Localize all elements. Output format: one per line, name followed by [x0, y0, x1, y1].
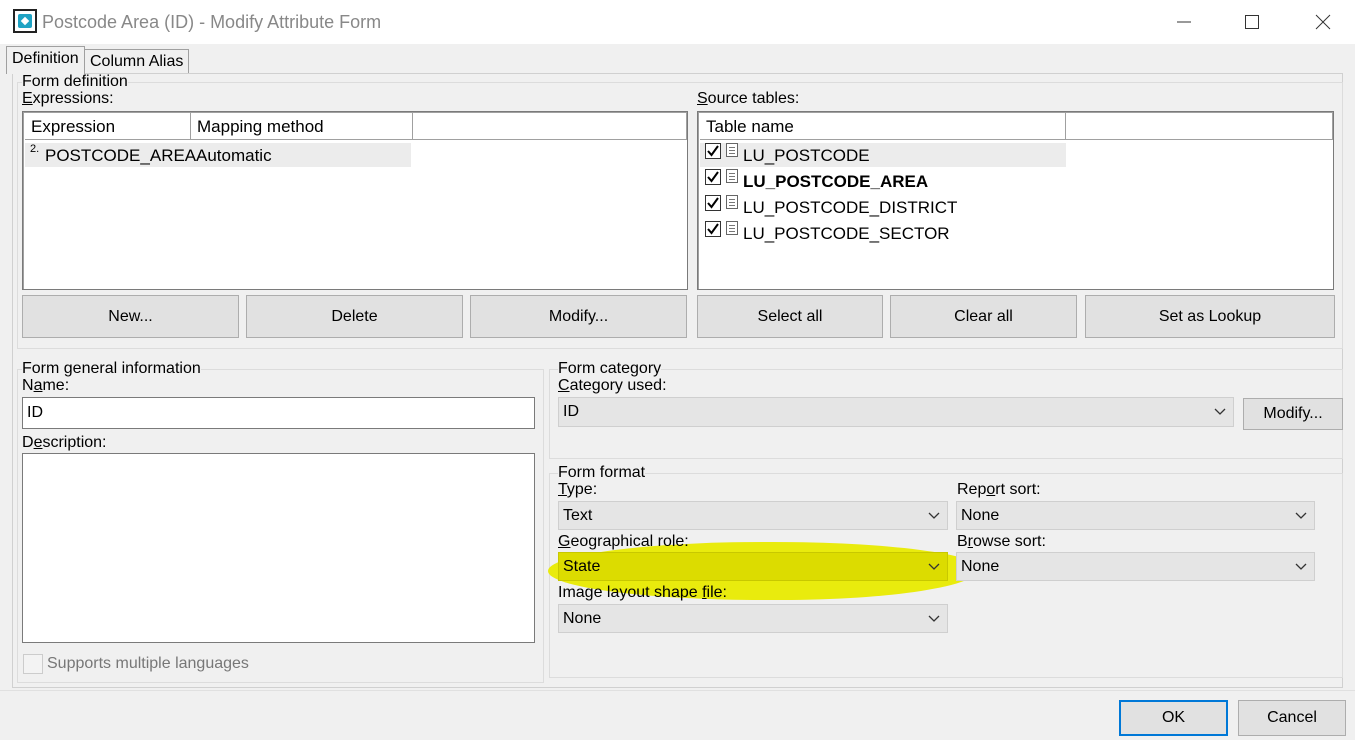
browse-sort-label: Browse sort: — [957, 533, 1046, 550]
chevron-down-icon — [1295, 563, 1307, 570]
category-used-select[interactable]: ID — [558, 397, 1234, 427]
form-category-label: Form category — [558, 360, 662, 377]
geo-role-value: State — [563, 558, 601, 575]
supports-multi-lang-label: Supports multiple languages — [47, 655, 249, 672]
table-icon — [726, 169, 738, 183]
tab-definition[interactable]: Definition — [6, 46, 85, 74]
category-used-value: ID — [563, 403, 579, 420]
col-empty-2 — [1066, 113, 1333, 140]
minimize-button[interactable] — [1161, 0, 1207, 44]
new-button[interactable]: New... — [22, 295, 239, 338]
select-all-button[interactable]: Select all — [697, 295, 883, 338]
col-expression[interactable]: Expression — [25, 113, 191, 140]
description-field[interactable] — [22, 453, 535, 643]
set-as-lookup-button[interactable]: Set as Lookup — [1085, 295, 1335, 338]
table-checkbox[interactable] — [705, 143, 721, 159]
delete-button[interactable]: Delete — [246, 295, 463, 338]
maximize-icon — [1245, 15, 1259, 29]
chevron-down-icon — [1295, 512, 1307, 519]
table-name[interactable]: LU_POSTCODE_AREA — [743, 170, 928, 194]
report-sort-value: None — [961, 507, 1000, 524]
close-icon — [1315, 14, 1331, 30]
maximize-button[interactable] — [1229, 0, 1275, 44]
image-layout-label: Image layout shape file: — [558, 584, 727, 601]
image-layout-select[interactable]: None — [558, 604, 948, 633]
report-sort-select[interactable]: None — [956, 501, 1315, 530]
expressions-list[interactable]: Expression Mapping method 2. POSTCODE_AR… — [22, 111, 688, 290]
expression-row-index: 2. — [30, 143, 40, 155]
chevron-down-icon — [928, 563, 940, 570]
ok-button[interactable]: OK — [1119, 700, 1228, 736]
source-tables-list[interactable]: Table name LU_POSTCODE LU_POSTCODE_AREA … — [697, 111, 1334, 290]
chevron-down-icon — [928, 615, 940, 622]
col-mapping-method[interactable]: Mapping method — [191, 113, 413, 140]
table-icon — [726, 195, 738, 209]
table-checkbox[interactable] — [705, 169, 721, 185]
supports-multi-lang-checkbox[interactable] — [23, 654, 43, 674]
minimize-icon — [1177, 21, 1191, 23]
tab-column-alias[interactable]: Column Alias — [85, 49, 190, 75]
type-label: Type: — [558, 481, 598, 498]
type-select[interactable]: Text — [558, 501, 948, 530]
type-value: Text — [563, 507, 593, 524]
expression-row-mapping[interactable]: Automatic — [196, 144, 272, 168]
name-label: Name: — [22, 377, 70, 394]
browse-sort-value: None — [961, 558, 1000, 575]
table-icon — [726, 221, 738, 235]
modify-category-button[interactable]: Modify... — [1243, 398, 1343, 430]
app-icon — [13, 9, 37, 33]
cancel-button[interactable]: Cancel — [1238, 700, 1346, 736]
table-checkbox[interactable] — [705, 195, 721, 211]
expressions-label: Expressions: — [22, 90, 114, 107]
chevron-down-icon — [928, 512, 940, 519]
expression-row-expression[interactable]: POSTCODE_AREA — [45, 144, 196, 168]
table-icon — [726, 143, 738, 157]
browse-sort-select[interactable]: None — [956, 552, 1315, 581]
clear-all-button[interactable]: Clear all — [890, 295, 1077, 338]
table-name[interactable]: LU_POSTCODE_SECTOR — [743, 222, 950, 246]
col-empty — [413, 113, 687, 140]
chevron-down-icon — [1214, 408, 1226, 415]
form-format-label: Form format — [558, 464, 646, 481]
close-button[interactable] — [1300, 0, 1346, 44]
category-used-label: Category used: — [558, 377, 667, 394]
form-definition-label: Form definition — [22, 73, 128, 90]
geo-role-select[interactable]: State — [558, 552, 948, 581]
image-layout-value: None — [563, 610, 602, 627]
report-sort-label: Report sort: — [957, 481, 1041, 498]
name-field[interactable]: ID — [22, 397, 535, 429]
window-title: Postcode Area (ID) - Modify Attribute Fo… — [42, 12, 382, 32]
modify-expression-button[interactable]: Modify... — [470, 295, 687, 338]
table-name[interactable]: LU_POSTCODE — [743, 144, 870, 168]
title-bar: Postcode Area (ID) - Modify Attribute Fo… — [0, 0, 1355, 44]
geo-role-label: Geographical role: — [558, 533, 689, 550]
description-label: Description: — [22, 434, 107, 451]
general-info-label: Form general information — [22, 360, 201, 377]
table-name[interactable]: LU_POSTCODE_DISTRICT — [743, 196, 957, 220]
col-table-name[interactable]: Table name — [700, 113, 1066, 140]
source-tables-label: Source tables: — [697, 90, 800, 107]
table-checkbox[interactable] — [705, 221, 721, 237]
